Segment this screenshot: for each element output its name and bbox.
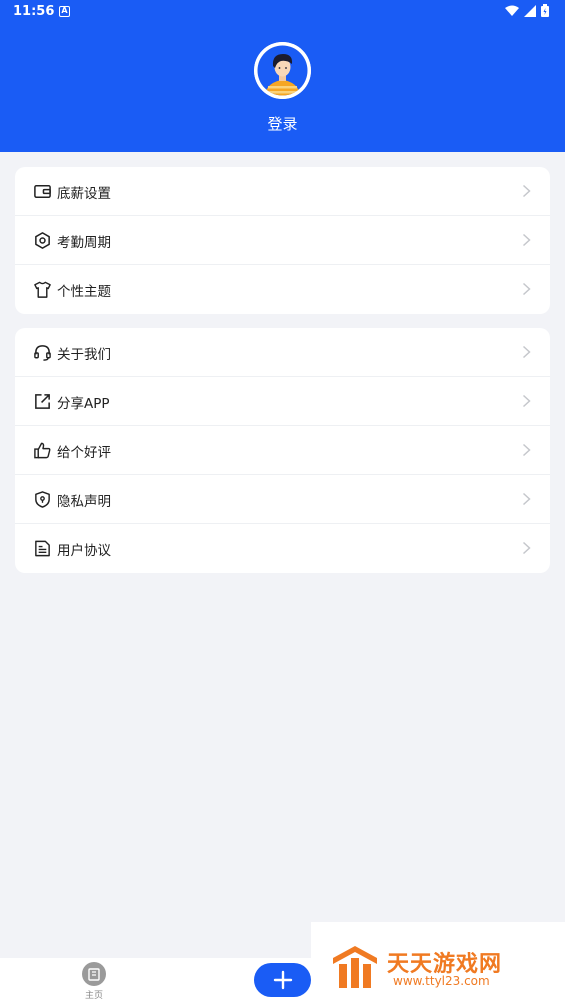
menu-item-about-us[interactable]: 关于我们 (15, 328, 550, 377)
headset-icon (34, 345, 51, 361)
menu-item-rate-us[interactable]: 给个好评 (15, 426, 550, 475)
menu-item-privacy-statement[interactable]: 隐私声明 (15, 475, 550, 524)
hexagon-settings-icon (35, 232, 50, 249)
home-icon (82, 962, 106, 986)
watermark-url: www.ttyl23.com (393, 974, 490, 988)
shield-lock-icon (35, 491, 50, 508)
status-bar: 11:56 A (0, 0, 565, 24)
watermark-logo-icon (333, 946, 377, 988)
wifi-icon (505, 5, 519, 16)
settings-card: 底薪设置 考勤周期 个性主题 (15, 167, 550, 314)
menu-item-base-salary[interactable]: 底薪设置 (15, 167, 550, 216)
share-icon (35, 394, 50, 409)
menu-item-label: 隐私声明 (57, 494, 111, 510)
menu-item-label: 分享APP (57, 396, 110, 412)
profile-header: 11:56 A 登录 (0, 0, 565, 152)
chevron-right-icon (522, 492, 531, 506)
chevron-right-icon (522, 541, 531, 555)
login-label[interactable]: 登录 (0, 113, 565, 134)
watermark: 天天游戏网 www.ttyl23.com (311, 922, 565, 1004)
menu-item-personal-theme[interactable]: 个性主题 (15, 265, 550, 314)
plus-icon (273, 970, 292, 990)
avatar[interactable] (254, 42, 311, 99)
menu-item-attendance-cycle[interactable]: 考勤周期 (15, 216, 550, 265)
menu-item-label: 底薪设置 (57, 186, 111, 202)
document-icon (35, 540, 50, 557)
chevron-right-icon (522, 233, 531, 247)
notification-app-icon: A (59, 6, 70, 17)
menu-item-label: 个性主题 (57, 284, 111, 300)
thumbs-up-icon (34, 442, 51, 459)
chevron-right-icon (522, 394, 531, 408)
tshirt-icon (34, 281, 51, 298)
avatar-illustration (254, 42, 311, 99)
menu-item-label: 关于我们 (57, 347, 111, 363)
menu-item-label: 考勤周期 (57, 235, 111, 251)
menu-item-share-app[interactable]: 分享APP (15, 377, 550, 426)
menu-item-user-agreement[interactable]: 用户协议 (15, 524, 550, 573)
chevron-right-icon (522, 345, 531, 359)
chevron-right-icon (522, 282, 531, 296)
tab-home-label: 主页 (84, 991, 103, 1001)
info-card: 关于我们 分享APP 给个好评 隐私声明 用户协议 (15, 328, 550, 573)
tab-home[interactable]: 主页 (80, 962, 108, 1001)
menu-item-label: 用户协议 (57, 543, 111, 559)
add-button[interactable] (254, 963, 311, 997)
chevron-right-icon (522, 184, 531, 198)
wallet-icon (34, 185, 51, 198)
signal-icon (524, 4, 536, 17)
status-icons (505, 4, 549, 17)
battery-icon (541, 4, 549, 17)
status-time: 11:56 (13, 4, 55, 19)
chevron-right-icon (522, 443, 531, 457)
menu-item-label: 给个好评 (57, 445, 111, 461)
